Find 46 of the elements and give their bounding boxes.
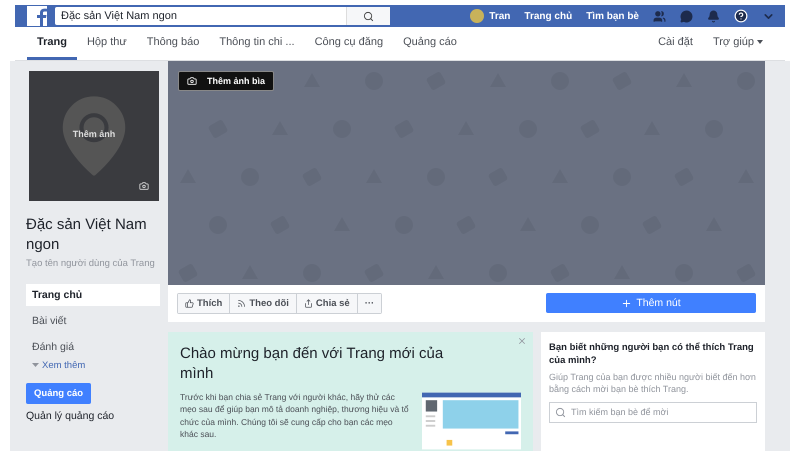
friends-icon[interactable]	[653, 10, 666, 22]
welcome-title: Chào mừng bạn đến với Trang mới của mình	[180, 344, 444, 383]
messenger-icon[interactable]	[680, 10, 693, 22]
manage-ads-link[interactable]: Quản lý quảng cáo	[26, 410, 160, 422]
page-name: Đặc sản Việt Nam ngon	[26, 215, 148, 256]
profile-photo[interactable]: Thêm ảnh	[29, 71, 159, 201]
page-tab[interactable]: Hộp thư	[76, 27, 137, 60]
page-tab[interactable]: Trợ giúp	[702, 27, 773, 60]
friend-search-field[interactable]: Tìm kiếm bạn bè để mời	[549, 402, 757, 423]
sidebar-item[interactable]: Đánh giá	[26, 336, 160, 358]
camera-icon	[187, 76, 197, 86]
top-link[interactable]: Trang chủ	[524, 10, 572, 22]
page-tab[interactable]: Thông báo	[136, 27, 210, 60]
help-icon[interactable]	[734, 9, 748, 23]
profile-link[interactable]: Tran	[470, 9, 510, 23]
invite-text: Giúp Trang của bạn được nhiều người biết đến hơn bằng cách mời bạn bè thích Trang.	[549, 370, 757, 396]
add-button[interactable]: Thêm nút	[546, 293, 756, 314]
bell-icon[interactable]	[707, 10, 720, 22]
logo-icon[interactable]	[27, 6, 47, 26]
thumbs-up-icon	[185, 298, 194, 308]
search-field[interactable]: Đặc sản Việt Nam ngon	[55, 7, 390, 25]
invite-title: Bạn biết những người bạn có thể thích Trang của mình?	[549, 342, 755, 368]
plus-icon	[621, 298, 632, 309]
top-link[interactable]: Tìm bạn bè	[586, 10, 639, 22]
see-more-link[interactable]: Xem thêm	[26, 358, 160, 373]
sidebar-item[interactable]: Trang chủ	[26, 284, 160, 306]
add-photo-label: Thêm ảnh	[72, 129, 116, 139]
search-button[interactable]	[346, 7, 390, 25]
add-cover-button[interactable]: Thêm ảnh bìa	[178, 71, 274, 91]
share-icon	[304, 298, 313, 308]
close-icon[interactable]	[517, 336, 527, 346]
camera-icon	[139, 181, 149, 191]
search-icon	[363, 10, 374, 22]
page-tab[interactable]: Quảng cáo	[393, 27, 467, 60]
page-tab[interactable]: Thông tin chi ...	[209, 27, 305, 60]
rss-icon	[237, 298, 246, 308]
promote-button[interactable]: Quảng cáo	[26, 382, 92, 404]
action-button[interactable]: Theo dõi	[230, 294, 297, 313]
caret-icon	[32, 363, 39, 368]
page-tab[interactable]: Công cụ đăng	[304, 27, 394, 60]
welcome-text: Trước khi bạn chia sẻ Trang với người khác, hãy thử các mẹo sau để giúp bạn mô tả doanh nghiệp, thương hiệu và tổ chức của mình. Chúng tôi sẽ cung cấp cho bạn các mẹo khác sau.	[180, 391, 410, 441]
action-button[interactable]: Chia sẻ	[296, 294, 358, 313]
action-button[interactable]: Thích	[178, 294, 230, 313]
page-tab[interactable]: Cài đặt	[648, 27, 703, 60]
action-button[interactable]: ···	[358, 294, 382, 313]
sidebar-item[interactable]: Bài viết	[26, 310, 160, 332]
